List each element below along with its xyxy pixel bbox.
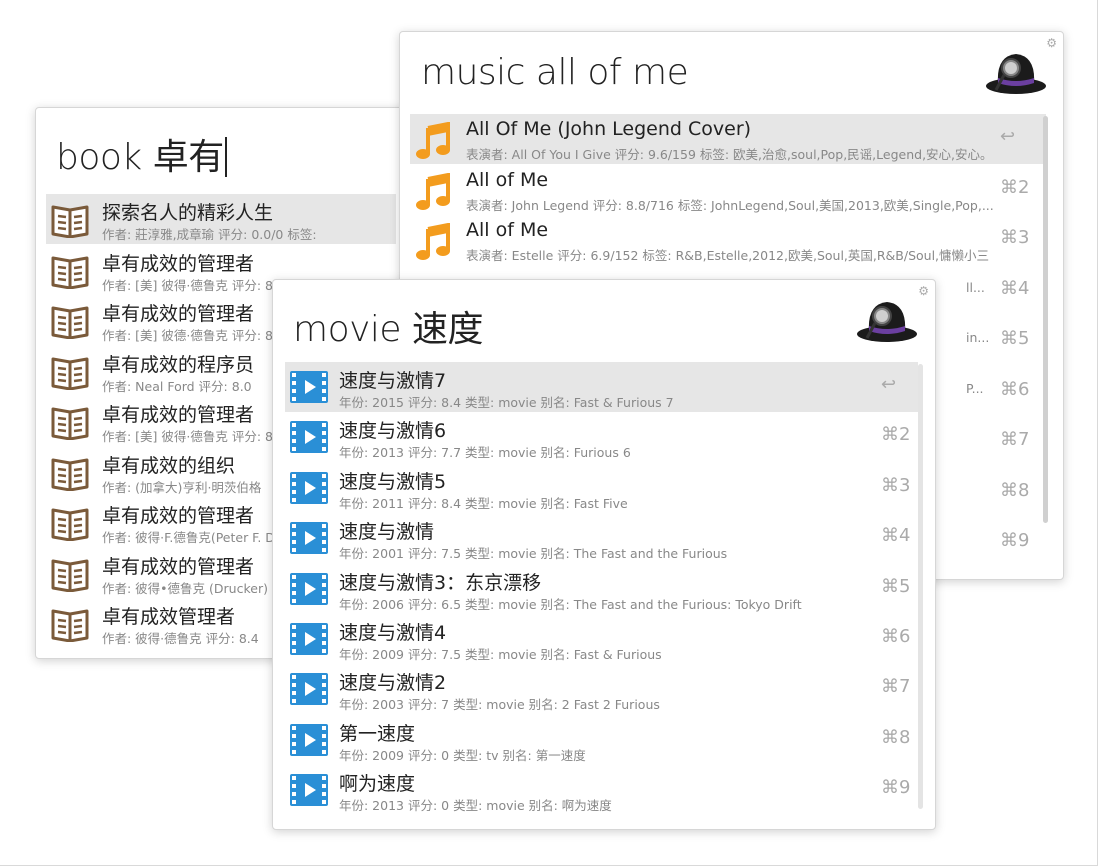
film-strip-icon	[289, 572, 329, 610]
search-query[interactable]: music all of me	[421, 52, 689, 93]
result-title: 速度与激情7	[339, 370, 447, 392]
book-icon	[50, 556, 90, 596]
result-title: 速度与激情5	[339, 470, 447, 493]
shortcut-label: ⌘3	[881, 474, 911, 496]
result-title: 卓有成效的管理者	[102, 252, 255, 275]
result-subtitle: 作者: 莊淳雅,成章瑜 评分: 0.0/0 标签:	[102, 227, 317, 242]
book-icon	[50, 303, 90, 343]
result-row[interactable]: All of Me 表演者: John Legend 评分: 8.8/716 标签…	[410, 165, 1046, 215]
shortcut-label: ⌘6	[1000, 378, 1030, 400]
result-title: 速度与激情3：东京漂移	[339, 571, 542, 594]
gear-icon[interactable]: ⚙	[918, 284, 929, 298]
shortcut-label: ⌘8	[881, 726, 911, 748]
music-note-icon	[414, 121, 454, 166]
scrollbar[interactable]	[918, 364, 923, 809]
result-subtitle: 年份: 2003 评分: 7 类型: movie 别名: 2 Fast 2 Fu…	[339, 697, 660, 713]
shortcut-label: ⌘7	[1000, 429, 1030, 450]
result-subtitle: 年份: 2006 评分: 6.5 类型: movie 别名: The Fast …	[339, 596, 802, 612]
book-icon	[50, 455, 90, 495]
result-title: 速度与激情4	[339, 622, 447, 644]
shortcut-label: ⌘4	[881, 525, 911, 547]
result-row[interactable]: All of Me 表演者: Estelle 评分: 6.9/152 标签: R&…	[410, 215, 1046, 265]
shortcut-label: ↩	[881, 374, 897, 395]
result-row[interactable]: 速度与激情6 年份: 2013 评分: 7.7 类型: movie 别名: Fur…	[285, 412, 918, 462]
result-title: 速度与激情6	[339, 420, 447, 443]
film-strip-icon	[289, 723, 329, 761]
text-cursor	[224, 137, 227, 177]
result-row[interactable]: 速度与激情5 年份: 2011 评分: 8.4 类型: movie 别名: Fas…	[285, 463, 918, 513]
result-title: 速度与激情	[339, 521, 435, 544]
result-subtitle: 年份: 2013 评分: 0 类型: movie 别名: 啊为速度	[339, 798, 612, 814]
result-subtitle: 表演者: John Legend 评分: 8.8/716 标签: JohnLeg…	[466, 197, 994, 213]
result-subtitle: 年份: 2009 评分: 0 类型: tv 别名: 第一速度	[339, 747, 586, 763]
music-note-icon	[414, 172, 454, 217]
film-strip-icon	[289, 622, 329, 660]
film-strip-icon	[289, 521, 329, 559]
shortcut-label: ⌘4	[1000, 277, 1030, 299]
book-icon	[50, 505, 90, 545]
result-subtitle: 表演者: Estelle 评分: 6.9/152 标签: R&B,Estelle…	[466, 248, 990, 263]
shortcut-label: ⌘5	[1000, 328, 1030, 349]
result-row[interactable]: All Of Me (John Legend Cover) 表演者: All Of…	[410, 114, 1046, 164]
search-query[interactable]: movie 速度	[293, 300, 484, 352]
search-query[interactable]: book 卓有	[56, 128, 227, 180]
result-subtitle: 年份: 2011 评分: 8.4 类型: movie 别名: Fast Five	[339, 495, 628, 511]
shortcut-label: ⌘9	[881, 777, 911, 799]
result-row[interactable]: 速度与激情7 年份: 2015 评分: 8.4 类型: movie 别名: Fas…	[285, 362, 918, 412]
result-row[interactable]: 第一速度年份: 2009 评分: 0 类型: tv 别名: 第一速度 ⌘8	[285, 715, 918, 765]
result-title: All Of Me (John Legend Cover)	[466, 118, 752, 140]
result-row[interactable]: 速度与激情4 年份: 2009 评分: 7.5 类型: movie 别名: Fas…	[285, 614, 918, 664]
result-subtitle: 年份: 2013 评分: 7.7 类型: movie 别名: Furious 6	[339, 445, 631, 461]
result-row[interactable]: 速度与激情年份: 2001 评分: 7.5 类型: movie 别名: The …	[285, 513, 918, 563]
book-icon	[50, 404, 90, 444]
film-strip-icon	[289, 420, 329, 458]
shortcut-label: ⌘8	[1000, 479, 1030, 501]
book-icon	[50, 354, 90, 394]
shortcut-label: ⌘2	[881, 424, 911, 446]
shortcut-label: ⌘3	[1000, 227, 1030, 248]
shortcut-label: ⌘7	[881, 676, 911, 698]
film-strip-icon	[289, 370, 329, 408]
result-subtitle: 表演者: All Of You I Give 评分: 9.6/159 标签: 欧…	[466, 147, 993, 162]
scrollbar[interactable]	[1043, 116, 1048, 523]
result-subtitle: 年份: 2015 评分: 8.4 类型: movie 别名: Fast & Fu…	[339, 395, 674, 410]
result-title: 速度与激情2	[339, 672, 447, 695]
result-row[interactable]: 速度与激情2 年份: 2003 评分: 7 类型: movie 别名: 2 Fas…	[285, 664, 918, 714]
film-strip-icon	[289, 773, 329, 811]
shortcut-label: ⌘2	[1000, 176, 1030, 198]
result-subtitle: 年份: 2001 评分: 7.5 类型: movie 别名: The Fast …	[339, 546, 728, 562]
film-strip-icon	[289, 471, 329, 509]
shortcut-label: ↩	[1000, 126, 1016, 147]
result-title: 第一速度	[339, 722, 416, 745]
movie-search-window: movie 速度 ⚙ 速度与激情7 年份: 2015 评分: 8.4 类型: mo…	[272, 279, 936, 830]
result-title: All of Me	[466, 219, 549, 241]
result-title: 探索名人的精彩人生	[102, 202, 274, 224]
shortcut-label: ⌘5	[881, 575, 911, 597]
result-row[interactable]: 探索名人的精彩人生作者: 莊淳雅,成章瑜 评分: 0.0/0 标签:	[46, 194, 396, 244]
music-note-icon	[414, 222, 454, 267]
shortcut-label: ⌘9	[1000, 530, 1030, 551]
alfred-hat-icon	[857, 302, 917, 342]
film-strip-icon	[289, 672, 329, 710]
result-title: 啊为速度	[339, 773, 416, 796]
result-row[interactable]: 啊为速度年份: 2013 评分: 0 类型: movie 别名: 啊为速度 ⌘9	[285, 765, 918, 815]
result-title: All of Me	[466, 168, 549, 191]
book-icon	[50, 253, 90, 293]
book-icon	[50, 606, 90, 646]
result-row[interactable]: 速度与激情3：东京漂移年份: 2006 评分: 6.5 类型: movie 别名…	[285, 564, 918, 614]
book-icon	[50, 202, 90, 242]
result-subtitle: 年份: 2009 评分: 7.5 类型: movie 别名: Fast & Fu…	[339, 647, 662, 662]
shortcut-label: ⌘6	[881, 626, 911, 647]
alfred-hat-icon	[986, 54, 1046, 94]
